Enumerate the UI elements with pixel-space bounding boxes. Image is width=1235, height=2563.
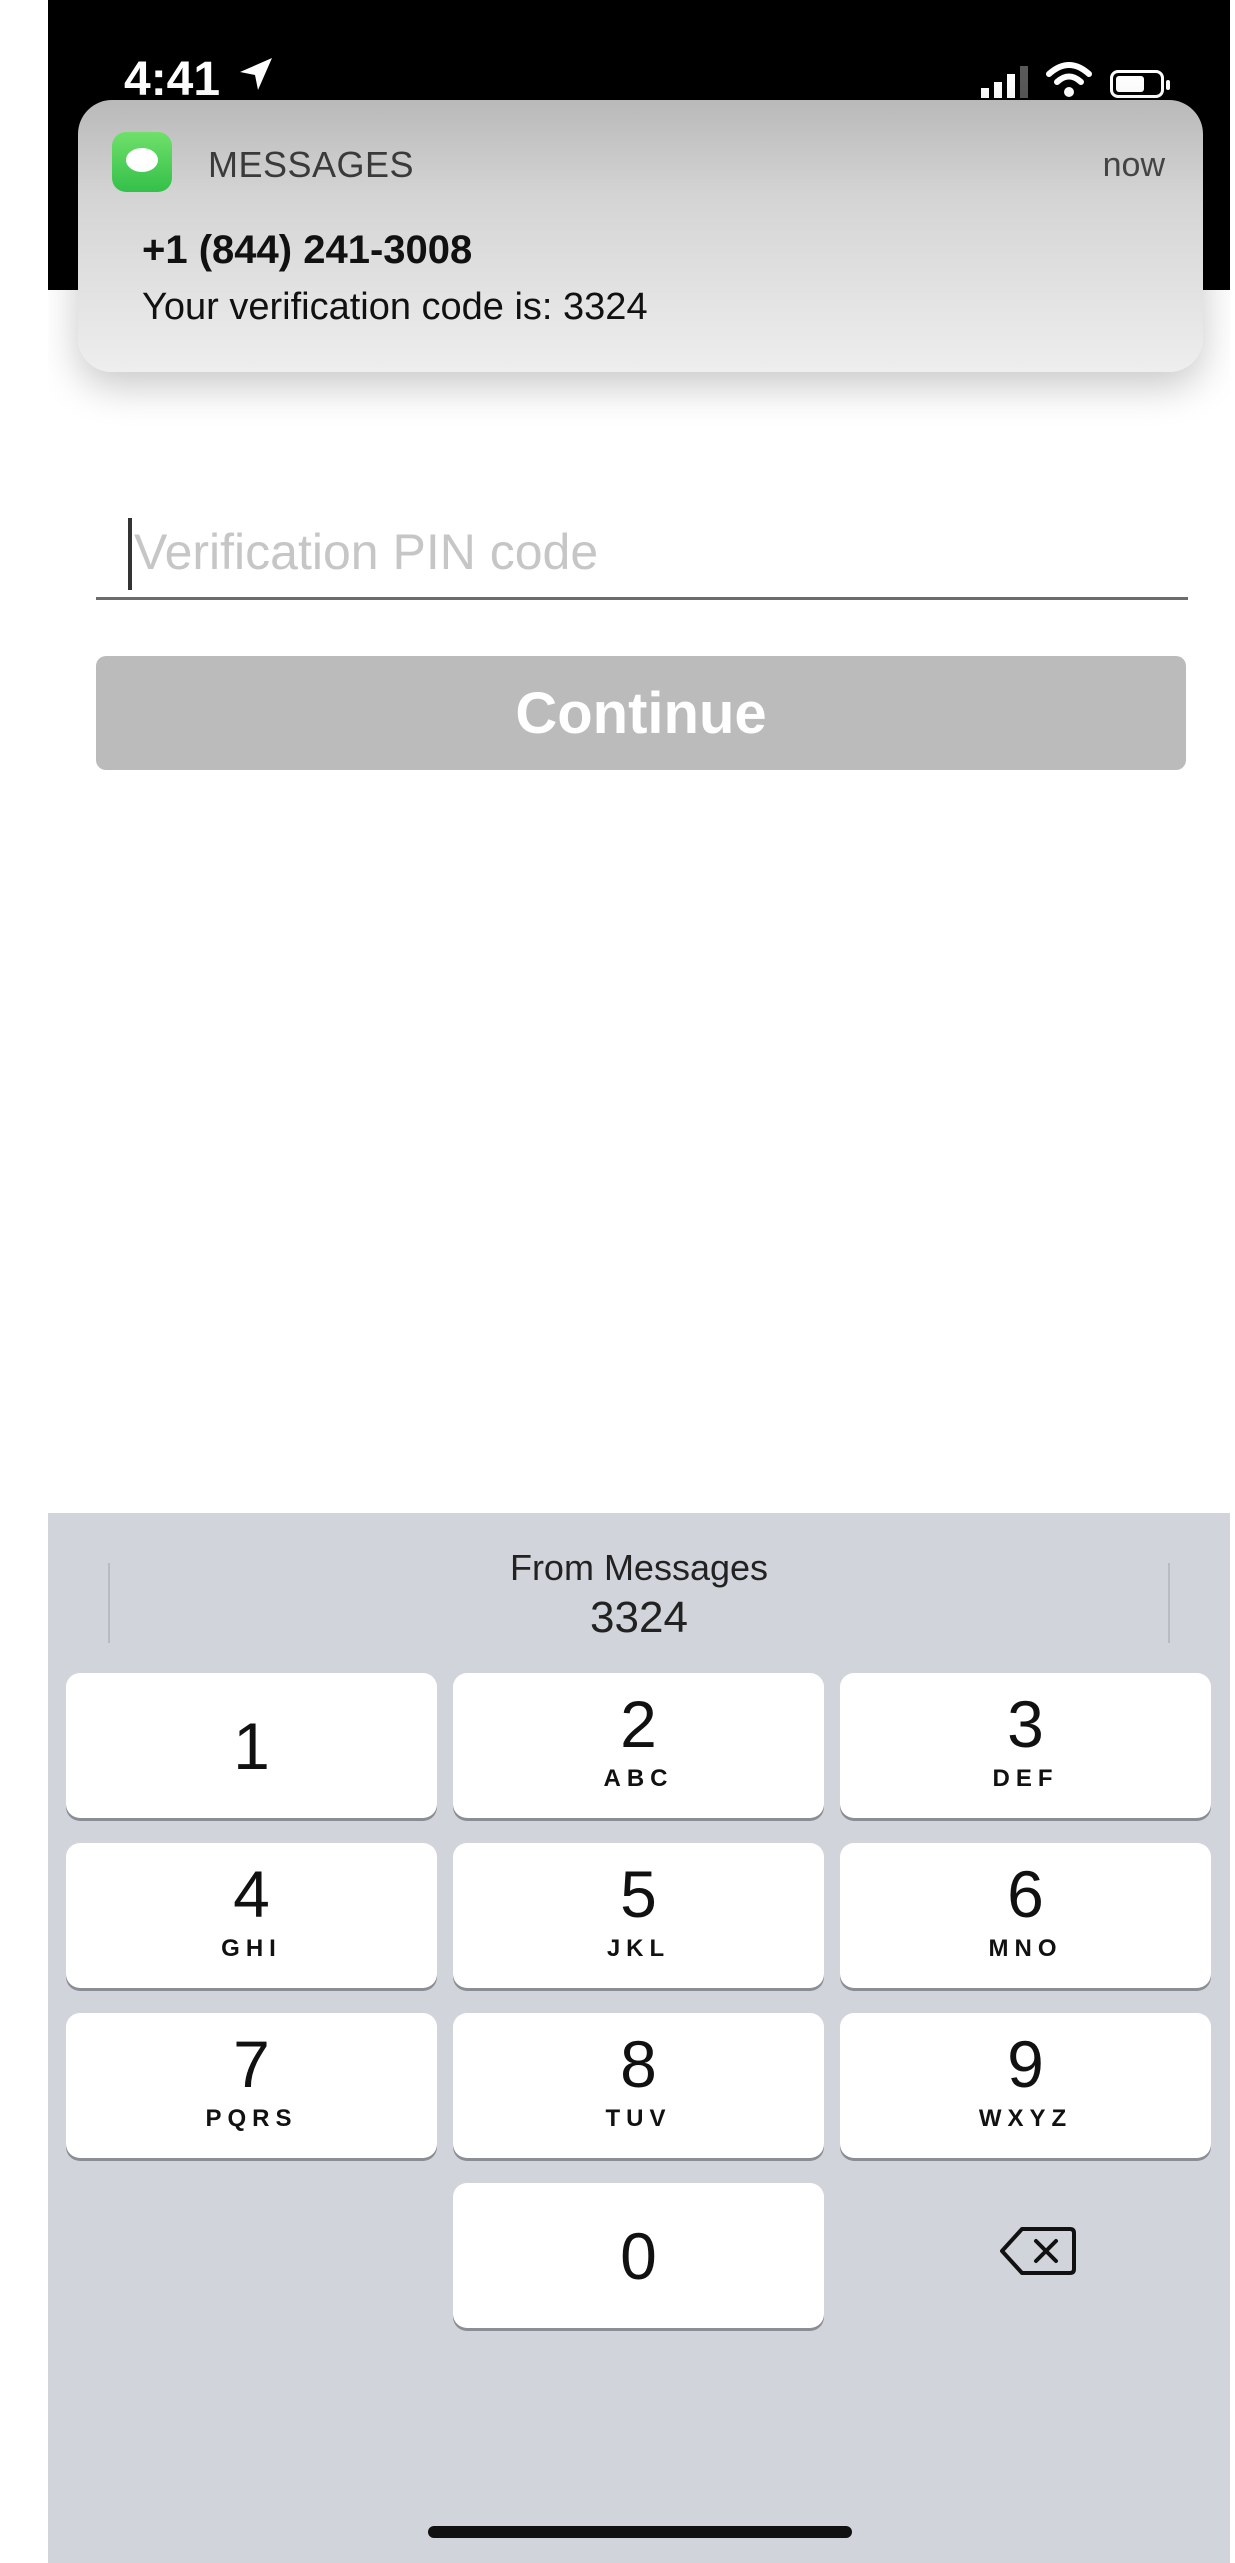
continue-button[interactable]: Continue [96,656,1186,770]
key-digit: 4 [233,1857,270,1931]
notification-time: now [1102,146,1165,184]
key-7[interactable]: 7 PQRS [66,2013,437,2158]
notification-body: Your verification code is: 3324 [142,286,648,328]
key-9[interactable]: 9 WXYZ [840,2013,1211,2158]
key-digit: 2 [620,1687,657,1761]
battery-icon [1110,70,1170,98]
home-indicator[interactable] [428,2526,852,2538]
key-letters: DEF [992,1765,1059,1792]
suggestion-code: 3324 [590,1593,688,1642]
pin-field-container [96,480,1188,600]
key-2[interactable]: 2 ABC [453,1673,824,1818]
key-letters: ABC [603,1765,674,1792]
key-4[interactable]: 4 GHI [66,1843,437,1988]
notification-app-name: MESSAGES [208,144,415,185]
key-letters: WXYZ [978,2105,1073,2132]
message-notification[interactable]: MESSAGES now +1 (844) 241-3008 Your veri… [78,100,1203,372]
messages-app-icon [112,132,172,192]
notification-sender: +1 (844) 241-3008 [142,228,473,272]
verification-pin-input[interactable] [134,514,1134,590]
key-8[interactable]: 8 TUV [453,2013,824,2158]
key-digit: 0 [620,2219,657,2293]
wifi-icon [1046,62,1092,97]
key-digit: 6 [1007,1857,1044,1931]
key-digit: 3 [1007,1687,1044,1761]
phone-screen: 4:41 MESSAGES now +1 (844) 241-3008 Your… [48,0,1230,2563]
key-letters: TUV [605,2105,672,2132]
suggestion-source: From Messages [509,1547,769,1588]
status-icons [981,62,1170,98]
numeric-keyboard: From Messages 3324 1 2 ABC 3 DEF 4 GHI 5… [48,1513,1230,2563]
key-1[interactable]: 1 [66,1673,437,1818]
key-0[interactable]: 0 [453,2183,824,2328]
signal-icon [981,64,1028,98]
text-cursor [128,518,132,590]
status-time: 4:41 [124,53,221,106]
suggestion-divider [108,1563,110,1643]
autofill-suggestion[interactable]: From Messages 3324 [48,1533,1230,1663]
backspace-icon[interactable] [998,2223,1078,2279]
key-digit: 8 [620,2027,657,2101]
key-3[interactable]: 3 DEF [840,1673,1211,1818]
key-5[interactable]: 5 JKL [453,1843,824,1988]
key-letters: JKL [606,1935,671,1962]
key-digit: 9 [1007,2027,1044,2101]
key-digit: 1 [233,1709,270,1783]
key-digit: 5 [620,1857,657,1931]
key-digit: 7 [233,2027,270,2101]
key-6[interactable]: 6 MNO [840,1843,1211,1988]
key-letters: PQRS [205,2105,298,2132]
suggestion-divider [1168,1563,1170,1643]
key-letters: GHI [221,1935,282,1962]
key-letters: MNO [988,1935,1063,1962]
location-arrow-icon [240,58,272,90]
